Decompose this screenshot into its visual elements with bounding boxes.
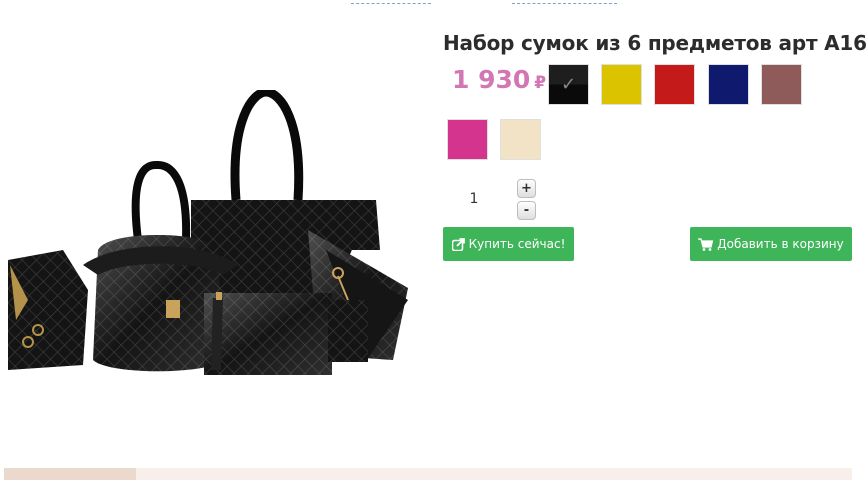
product-title: Набор сумок из 6 предметов арт A168 [443, 31, 866, 55]
color-swatch-red[interactable] [654, 64, 695, 105]
add-to-cart-button[interactable]: Добавить в корзину [690, 227, 852, 261]
shopping-cart-icon [698, 237, 714, 251]
quantity-increase-button[interactable]: + [517, 179, 536, 198]
buy-now-label: Купить сейчас! [468, 237, 566, 251]
bottom-section-tab [4, 468, 136, 480]
color-swatch-black[interactable]: ✓ [548, 64, 589, 105]
buy-now-button[interactable]: Купить сейчас! [443, 227, 574, 261]
checkmark-icon: ✓ [560, 74, 577, 95]
color-swatch-rosy-brown[interactable] [761, 64, 802, 105]
price-value: 1 930 [452, 65, 531, 94]
product-price: 1 930 ₽ [452, 65, 546, 94]
external-link-icon [451, 237, 465, 251]
color-swatch-beige[interactable] [500, 119, 541, 160]
color-swatch-navy[interactable] [708, 64, 749, 105]
bottom-section-strip [4, 468, 852, 480]
quantity-decrease-button[interactable]: - [517, 201, 536, 220]
top-link-underline[interactable] [351, 3, 431, 4]
quantity-value[interactable]: 1 [463, 191, 485, 207]
color-swatch-yellow[interactable] [601, 64, 642, 105]
color-swatch-pink[interactable] [447, 119, 488, 160]
product-image [8, 90, 408, 375]
top-link-underline[interactable] [512, 3, 617, 4]
currency-symbol: ₽ [534, 73, 547, 93]
add-to-cart-label: Добавить в корзину [717, 237, 844, 251]
